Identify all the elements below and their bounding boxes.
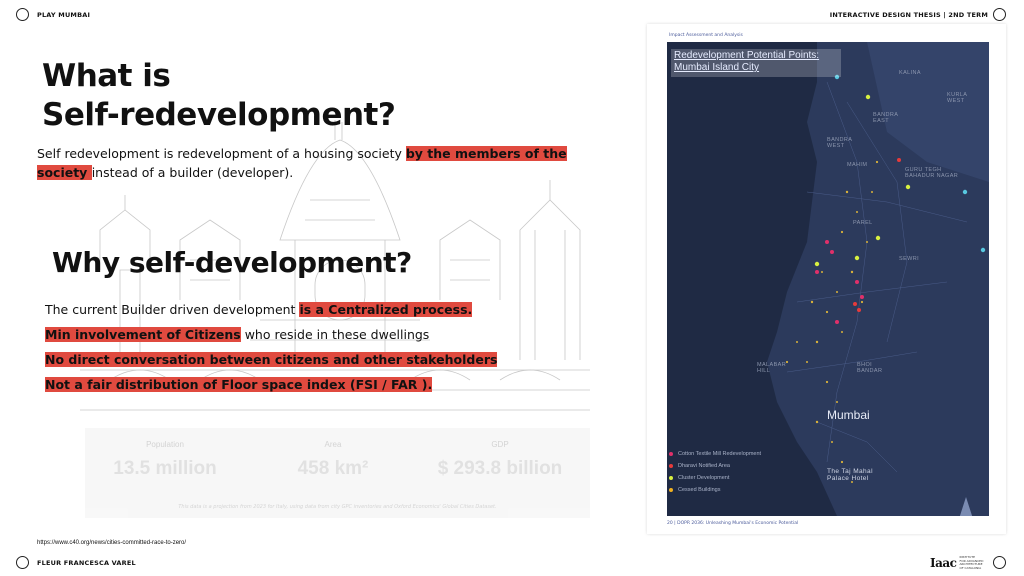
- header-right-label: INTERACTIVE DESIGN THESIS | 2ND TERM: [829, 11, 988, 19]
- para-highlight: society: [37, 165, 92, 180]
- map-header-text: Impact Assessment and Analysis: [669, 33, 743, 38]
- redevelopment-map-card: Impact Assessment and Analysis Redevelop…: [647, 24, 1006, 534]
- legend-item: Cluster Development: [669, 472, 761, 484]
- stat-area: Area 458 km²: [253, 440, 413, 480]
- logo-subtext: INSTITUTE FOR ADVANCED ARCHITECTURE OF C…: [959, 555, 983, 570]
- stat-population: Population 13.5 million: [85, 440, 245, 480]
- legend-label: Dharavi Notified Area: [678, 463, 730, 469]
- reason-text: The current Builder driven development: [45, 302, 300, 317]
- stat-value: 458 km²: [297, 458, 369, 479]
- reason-line-3: No direct conversation between citizens …: [45, 351, 498, 368]
- map-city-label: Mumbai: [827, 408, 870, 422]
- bottom-right-circle: [993, 556, 1006, 569]
- section1-title-line2: Self-redevelopment?: [42, 97, 396, 133]
- map-place-label: MALABAR HILL: [757, 362, 787, 374]
- map-place-label: GURU TEGH BAHADUR NAGAR: [905, 167, 959, 179]
- map-place-label: KURLA WEST: [947, 92, 968, 104]
- reason-line-4: Not a fair distribution of Floor space i…: [45, 376, 433, 393]
- section1-title-line1: What is: [42, 58, 171, 94]
- legend-dot-icon: [669, 452, 673, 456]
- map-title-line: Mumbai Island City: [674, 62, 760, 73]
- map-place-label: BANDRA EAST: [873, 112, 899, 124]
- stat-value: $ 293.8 billion: [437, 458, 563, 479]
- stat-label: Area: [324, 440, 342, 449]
- stat-gdp: GDP $ 293.8 billion: [420, 440, 580, 480]
- section1-paragraph: Self redevelopment is redevelopment of a…: [37, 144, 637, 182]
- map-place-label: BHOI BANDAR: [857, 362, 883, 374]
- map-place-label: MAHIM: [847, 162, 868, 168]
- top-left-circle: [16, 8, 29, 21]
- reason-text: who reside in these dwellings: [240, 327, 430, 342]
- legend-label: Cluster Development: [678, 475, 730, 481]
- legend-label: Cessed Buildings: [678, 487, 721, 493]
- stats-note: This data is a projection from 2023 for …: [178, 504, 497, 510]
- stat-label: GDP: [491, 440, 509, 449]
- map-title: Redevelopment Potential Points: Mumbai I…: [671, 49, 841, 77]
- north-arrow-icon: [959, 497, 973, 516]
- stat-label: Population: [146, 440, 184, 449]
- reason-highlight: Min involvement of Citizens: [45, 327, 241, 342]
- legend-dot-icon: [669, 488, 673, 492]
- para-highlight: by the members of the: [405, 146, 567, 161]
- logo-mark: Iaac: [930, 556, 957, 570]
- author-name: FLEUR FRANCESCA VAREL: [37, 559, 136, 567]
- legend-item: Dharavi Notified Area: [669, 460, 761, 472]
- reason-highlight: is a Centralized process.: [299, 302, 473, 317]
- bottom-left-circle: [16, 556, 29, 569]
- top-right-circle: [993, 8, 1006, 21]
- map-place-label: BANDRA WEST: [827, 137, 853, 149]
- reference-link[interactable]: https://www.c40.org/news/cities-committe…: [37, 540, 186, 546]
- reason-line-1: The current Builder driven development i…: [45, 301, 473, 318]
- map-footer-text: 20 | DOPR 2036: Unleashing Mumbai's Econ…: [667, 521, 799, 526]
- map-place-label: SEWRI: [899, 256, 920, 262]
- section2-title: Why self-development?: [52, 246, 412, 279]
- header-left-label: PLAY MUMBAI: [37, 11, 91, 19]
- legend-item: Cessed Buildings: [669, 484, 761, 496]
- map-place-label: KALINA: [899, 70, 921, 76]
- reason-highlight: Not a fair distribution of Floor space i…: [45, 377, 433, 392]
- mumbai-map-illustration: [767, 42, 989, 516]
- map-title-line: Redevelopment Potential Points:: [674, 50, 820, 61]
- legend-item: Cotton Textile Mill Redevelopment: [669, 448, 761, 460]
- para-text: Self redevelopment is redevelopment of a…: [37, 146, 406, 161]
- legend-dot-icon: [669, 476, 673, 480]
- stat-value: 13.5 million: [113, 458, 217, 479]
- iaac-logo: Iaac INSTITUTE FOR ADVANCED ARCHITECTURE…: [930, 555, 983, 570]
- city-stats-panel: Population 13.5 million Area 458 km² GDP…: [85, 428, 590, 518]
- map-place-label: The Taj Mahal Palace Hotel: [827, 468, 873, 482]
- reason-highlight: No direct conversation between citizens …: [45, 352, 498, 367]
- map-image: Redevelopment Potential Points: Mumbai I…: [667, 42, 989, 516]
- map-legend: Cotton Textile Mill Redevelopment Dharav…: [669, 448, 761, 496]
- legend-label: Cotton Textile Mill Redevelopment: [678, 451, 762, 457]
- map-place-label: PAREL: [853, 220, 873, 226]
- para-text: instead of a builder (developer).: [91, 165, 294, 180]
- logo-sub-line: OF CATALONIA: [959, 565, 982, 570]
- reason-line-2: Min involvement of Citizens who reside i…: [45, 326, 429, 343]
- legend-dot-icon: [669, 464, 673, 468]
